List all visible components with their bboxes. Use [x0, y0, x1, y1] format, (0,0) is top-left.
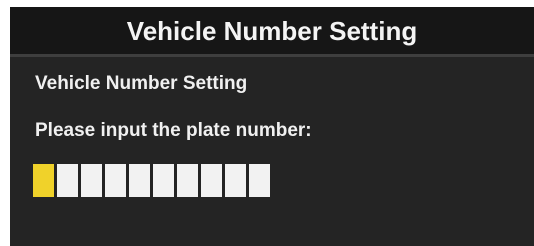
dialog-title: Vehicle Number Setting — [126, 16, 418, 46]
plate-char-slot[interactable] — [153, 164, 174, 197]
plate-number-prompt: Please input the plate number: — [35, 120, 312, 141]
section-heading: Vehicle Number Setting — [35, 73, 248, 94]
plate-char-slot[interactable] — [201, 164, 222, 197]
plate-char-slot[interactable] — [177, 164, 198, 197]
plate-char-slot[interactable] — [81, 164, 102, 197]
title-bar: Vehicle Number Setting — [10, 7, 534, 57]
plate-char-slot[interactable] — [249, 164, 270, 197]
plate-number-input[interactable] — [33, 164, 270, 197]
vehicle-number-dialog: Vehicle Number Setting Vehicle Number Se… — [10, 7, 534, 246]
plate-char-slot[interactable] — [225, 164, 246, 197]
plate-char-slot[interactable] — [105, 164, 126, 197]
plate-char-slot[interactable] — [57, 164, 78, 197]
plate-char-slot[interactable] — [129, 164, 150, 197]
dialog-content: Vehicle Number Setting Please input the … — [10, 57, 534, 246]
plate-char-slot-cursor[interactable] — [33, 164, 54, 197]
